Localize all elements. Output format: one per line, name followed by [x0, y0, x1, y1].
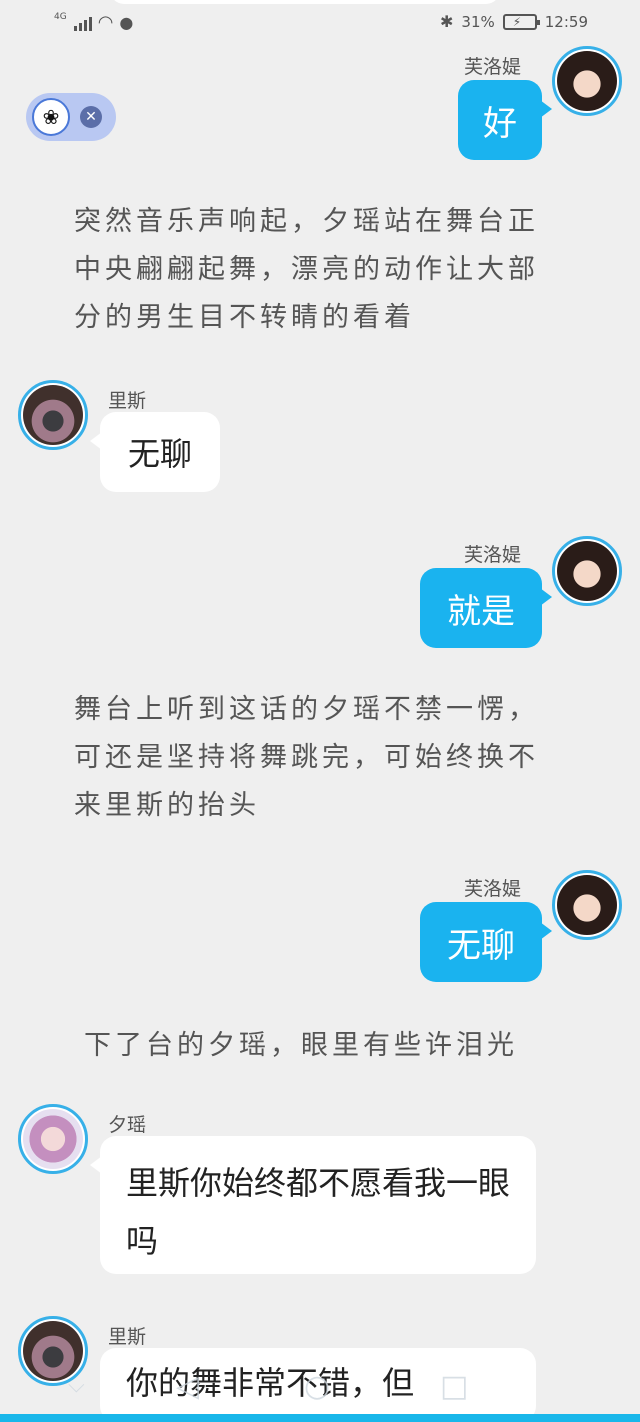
collapse-chevron-icon[interactable]: ⌵: [68, 1373, 85, 1398]
sender-name: 夕瑶: [108, 1114, 147, 1136]
sender-name: 里斯: [108, 390, 147, 412]
avatar[interactable]: [18, 1104, 88, 1174]
paw-icon[interactable]: ❀: [32, 98, 70, 136]
message-bubble[interactable]: 里斯你始终都不愿看我一眼吗: [90, 1136, 536, 1274]
close-icon[interactable]: ✕: [80, 106, 102, 128]
avatar[interactable]: [552, 536, 622, 606]
bluetooth-icon: ✱: [440, 12, 454, 31]
signal-icon: [73, 15, 92, 31]
avatar[interactable]: [18, 380, 88, 450]
status-bar: 4G ◠ ● ✱ 31% ⚡ 12:59: [0, 0, 640, 44]
sender-name: 里斯: [108, 1326, 147, 1348]
status-left: 4G ◠ ●: [54, 12, 133, 33]
nav-back-icon[interactable]: ◁: [176, 1369, 199, 1404]
sender-name: 芙洛媞: [464, 878, 522, 900]
nav-recent-icon[interactable]: □: [440, 1369, 468, 1404]
network-type: 4G: [54, 12, 67, 22]
nav-home-icon[interactable]: ○: [304, 1369, 330, 1404]
battery-icon: ⚡: [502, 13, 540, 30]
narration-text: 舞台上听到这话的夕瑶不禁一愣，可还是坚持将舞跳完，可始终换不来里斯的抬头: [74, 694, 539, 821]
battery-percent: 31%: [461, 12, 495, 31]
message-bubble[interactable]: 无聊: [420, 902, 552, 982]
sender-name: 芙洛媞: [464, 544, 522, 566]
wifi-icon: ◠: [97, 12, 114, 33]
navigation-bar: [0, 1414, 640, 1422]
floating-widget[interactable]: ❀ ✕: [26, 93, 116, 141]
message-bubble[interactable]: 就是: [420, 568, 552, 648]
vpn-icon: ●: [119, 13, 134, 32]
avatar[interactable]: [552, 46, 622, 116]
narration-text: 下了台的夕瑶，眼里有些许泪光: [84, 1030, 518, 1061]
sender-name: 芙洛媞: [464, 56, 522, 78]
narration-text: 突然音乐声响起，夕瑶站在舞台正中央翩翩起舞，漂亮的动作让大部分的男生目不转睛的看…: [74, 206, 539, 333]
message-bubble[interactable]: 好: [458, 80, 552, 160]
clock: 12:59: [544, 12, 588, 31]
message-bubble[interactable]: 无聊: [90, 412, 220, 492]
notch: [110, 0, 500, 4]
status-right: ✱ 31% ⚡ 12:59: [440, 12, 588, 31]
avatar[interactable]: [552, 870, 622, 940]
